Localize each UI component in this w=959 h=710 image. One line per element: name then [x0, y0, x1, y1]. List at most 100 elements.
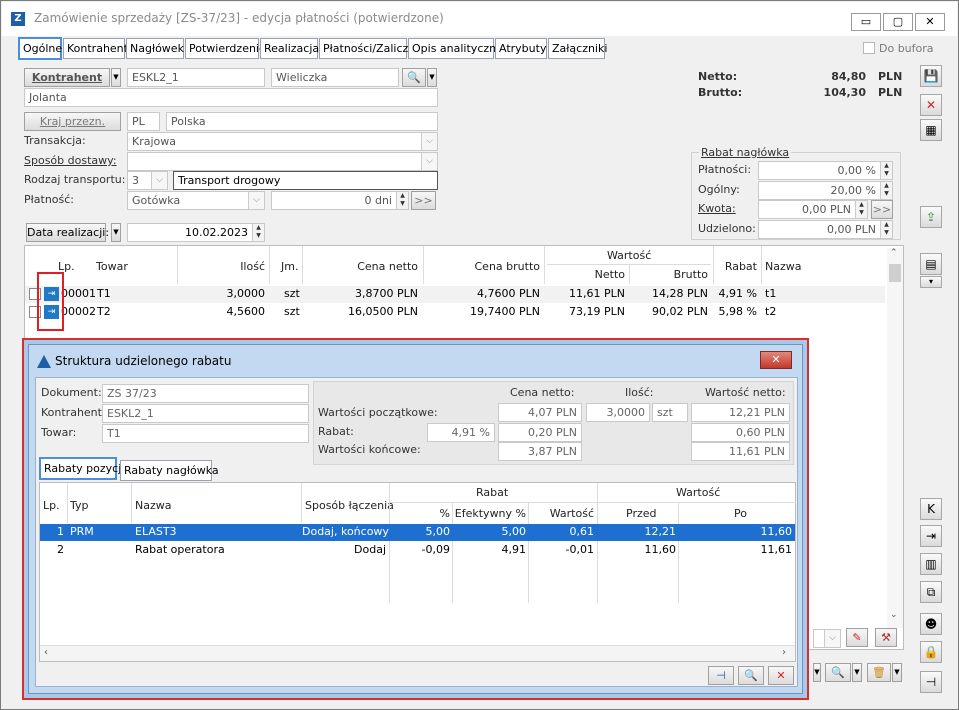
rodzaj-transportu-field[interactable]: Transport drogowy — [173, 171, 438, 190]
rabat-cena-field[interactable]: 0,20 PLN — [498, 423, 582, 442]
dlg-kontrahent-field[interactable]: ESKL2_1 — [102, 404, 309, 423]
dh-nazwa[interactable]: Nazwa — [135, 499, 171, 512]
data-realizacji-button[interactable]: Data realizacji: — [26, 223, 109, 242]
table-row[interactable]: ⇥ 00001 T1 3,0000 szt 3,8700 PLN 4,7600 … — [25, 286, 885, 303]
dialog-pin-icon[interactable]: ⊣ — [708, 666, 734, 685]
kraj-code-field[interactable]: PL — [127, 112, 160, 131]
data-realizacji-field[interactable]: 10.02.2023 ▲ ▼ — [127, 223, 265, 242]
bottom-select[interactable]: ⌵ — [813, 629, 841, 648]
link-icon[interactable]: ⇥ — [920, 525, 942, 547]
dh-sposob[interactable]: Sposób łączenia — [305, 499, 394, 512]
platnosc-days-field[interactable]: 0 dni ▲ ▼ — [271, 191, 409, 210]
wp-jm-field[interactable]: szt — [652, 403, 688, 422]
pin-icon[interactable]: ⊣ — [920, 671, 942, 693]
preview-icon[interactable]: ⧉ — [920, 581, 942, 603]
platnosc-select[interactable]: Gotówka ⌵ — [127, 191, 265, 210]
tab-realizacja[interactable]: Realizacja — [260, 38, 319, 59]
erase-icon[interactable]: ✎ — [846, 628, 868, 647]
vertical-scrollbar[interactable]: ⌃ ⌄ — [887, 248, 903, 628]
scroll-down-icon[interactable]: ⌄ — [890, 610, 898, 620]
sposob-dostawy-select[interactable]: ⌵ — [127, 152, 438, 171]
scroll-right-icon[interactable]: › — [782, 647, 786, 658]
wk-wartosc-field[interactable]: 11,61 PLN — [691, 442, 790, 461]
dh-przed[interactable]: Przed — [626, 507, 657, 520]
rabat-pct-field[interactable]: 4,91 % — [427, 423, 495, 442]
dialog-close-button[interactable]: ✕ — [760, 351, 792, 369]
rabat-udzielono-field[interactable]: 0,00 PLN ▲ ▼ — [758, 220, 893, 239]
header-towar[interactable]: Towar — [96, 260, 128, 273]
dh-typ[interactable]: Typ — [70, 499, 89, 512]
wp-wartosc-field[interactable]: 12,21 PLN — [691, 403, 790, 422]
scroll-thumb[interactable] — [889, 264, 901, 282]
tab-opis-analityczny[interactable]: Opis analityczny — [408, 38, 503, 59]
header-ilosc[interactable]: Ilość — [175, 260, 265, 273]
discount-row[interactable]: 1 PRM ELAST3 Dodaj, końcowy 5,00 5,00 0,… — [40, 524, 795, 541]
scroll-left-icon[interactable]: ‹ — [44, 647, 48, 658]
wk-cena-field[interactable]: 3,87 PLN — [498, 442, 582, 461]
kraj-button[interactable]: Kraj przezn. — [24, 112, 121, 131]
tab-naglowek[interactable]: Nagłówek — [126, 38, 184, 59]
search-icon[interactable]: 🔍 — [402, 68, 426, 87]
tools-icon[interactable]: ⚒ — [875, 628, 897, 647]
tab-platnosci[interactable]: Płatności/Zaliczki — [319, 38, 418, 59]
user-icon[interactable]: ☻ — [920, 613, 942, 635]
platnosc-more-button[interactable]: >> — [411, 191, 436, 210]
do-bufora-checkbox[interactable] — [863, 42, 875, 54]
table-row[interactable]: ⇥ 00002 T2 4,5600 szt 16,0500 PLN 19,740… — [25, 304, 885, 321]
zoom-dropdown[interactable]: ▼ — [852, 663, 862, 682]
dh-efektywny[interactable]: Efektywny % — [454, 507, 526, 520]
rabat-platnosci-field[interactable]: 0,00 % ▲ ▼ — [758, 161, 893, 180]
header-cena-netto[interactable]: Cena netto — [315, 260, 418, 273]
dh-po[interactable]: Po — [734, 507, 747, 520]
tab-atrybuty[interactable]: Atrybuty — [495, 38, 547, 59]
header-nazwa[interactable]: Nazwa — [765, 260, 801, 273]
header-jm[interactable]: Jm. — [281, 260, 298, 273]
kontrahent-code-field[interactable]: ESKL2_1 — [127, 68, 265, 87]
lock-icon[interactable]: 🔒 — [920, 641, 942, 663]
export-icon[interactable]: ⇪ — [920, 206, 942, 228]
data-realizacji-dropdown[interactable]: ▼ — [111, 223, 121, 242]
kraj-name-field[interactable]: Polska — [166, 112, 438, 131]
tab-kontrahent[interactable]: Kontrahent — [63, 38, 128, 59]
dialog-cancel-icon[interactable]: ✕ — [768, 666, 794, 685]
rabat-kwota-button[interactable]: >> — [871, 200, 893, 219]
minimize-button[interactable]: ▭ — [851, 13, 881, 31]
dh-wartosc-r[interactable]: Wartość — [530, 507, 594, 520]
kontrahent-name-field[interactable]: Jolanta — [24, 88, 438, 107]
dh-lp[interactable]: Lp. — [43, 499, 60, 512]
dialog-zoom-icon[interactable]: 🔍 — [738, 666, 764, 685]
table-icon[interactable]: ▥ — [920, 553, 942, 575]
header-brutto[interactable]: Brutto — [635, 268, 708, 281]
trash-dropdown[interactable]: ▼ — [892, 663, 902, 682]
calculator-icon[interactable]: ▦ — [920, 119, 942, 141]
list-dropdown-icon[interactable]: ▾ — [920, 276, 942, 288]
tab-zalaczniki[interactable]: Załączniki — [548, 38, 607, 59]
wp-ilosc-field[interactable]: 3,0000 — [586, 403, 650, 422]
wp-cena-field[interactable]: 4,07 PLN — [498, 403, 582, 422]
tab-rabaty-naglowka[interactable]: Rabaty nagłówka — [120, 460, 219, 481]
transakcja-select[interactable]: Krajowa ⌵ — [127, 132, 438, 151]
rabat-ogolny-field[interactable]: 20,00 % ▲ ▼ — [758, 181, 893, 200]
dh-pct[interactable]: % — [392, 507, 450, 520]
zoom-icon[interactable]: 🔍 — [825, 663, 851, 682]
list-icon[interactable]: ▤ — [920, 253, 942, 275]
cancel-icon[interactable]: ✕ — [920, 94, 942, 116]
kontrahent-dropdown[interactable]: ▼ — [111, 68, 121, 87]
header-rabat[interactable]: Rabat — [715, 260, 757, 273]
tab-rabaty-pozycji[interactable]: Rabaty pozycji — [39, 457, 124, 480]
search-dropdown[interactable]: ▼ — [427, 68, 437, 87]
bottom-dropdown[interactable]: ▼ — [813, 663, 821, 682]
dlg-towar-field[interactable]: T1 — [102, 424, 309, 443]
document-icon[interactable]: K — [920, 498, 942, 520]
scroll-up-icon[interactable]: ⌃ — [890, 248, 898, 258]
discount-row[interactable]: 2 Rabat operatora Dodaj -0,09 4,91 -0,01… — [40, 542, 795, 559]
rabat-wartosc-field[interactable]: 0,60 PLN — [691, 423, 790, 442]
kontrahent-button[interactable]: Kontrahent — [24, 68, 110, 87]
rabat-kwota-field[interactable]: 0,00 PLN ▲ ▼ — [758, 200, 868, 219]
horizontal-scrollbar[interactable]: ‹ › — [40, 645, 795, 661]
rodzaj-transportu-code[interactable]: 3 ⌵ — [127, 171, 168, 190]
header-netto[interactable]: Netto — [555, 268, 625, 281]
header-cena-brutto[interactable]: Cena brutto — [435, 260, 541, 273]
save-icon[interactable]: 💾 — [920, 65, 942, 87]
trash-icon[interactable]: 🗑 — [867, 663, 891, 682]
